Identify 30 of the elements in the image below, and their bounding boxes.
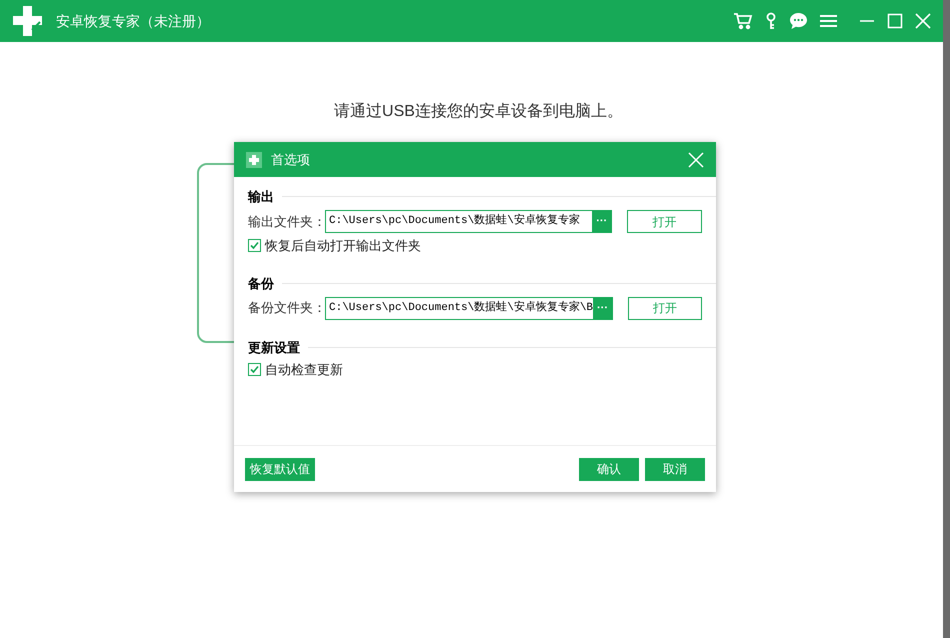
- close-icon[interactable]: [688, 152, 704, 168]
- logo-icon: [246, 152, 262, 168]
- section-heading: 备份: [248, 274, 274, 292]
- cancel-button[interactable]: 取消: [645, 458, 705, 480]
- restore-defaults-button[interactable]: 恢复默认值: [245, 458, 315, 480]
- section-heading: 输出: [248, 188, 274, 206]
- field-label: 输出文件夹：: [248, 212, 325, 231]
- field-label: 备份文件夹：: [248, 299, 325, 318]
- chat-icon[interactable]: [789, 12, 808, 30]
- cart-icon[interactable]: [733, 12, 753, 30]
- section-heading: 更新设置: [248, 339, 300, 357]
- browse-button[interactable]: ···: [592, 211, 612, 232]
- window-title: 安卓恢复专家（未注册）: [56, 12, 210, 30]
- checkbox-label: 恢复后自动打开输出文件夹: [265, 236, 421, 255]
- checkbox[interactable]: [248, 239, 261, 252]
- checkbox-label: 自动检查更新: [265, 360, 343, 379]
- open-button[interactable]: 打开: [627, 210, 702, 233]
- folder-path-field[interactable]: C:\Users\pc\Documents\数据蛙\安卓恢复专家 ···: [325, 210, 612, 233]
- folder-path-field[interactable]: C:\Users\pc\Documents\数据蛙\安卓恢复专家\B ···: [325, 296, 613, 320]
- open-button[interactable]: 打开: [628, 296, 702, 320]
- logo-icon: [12, 6, 44, 36]
- maximize-icon[interactable]: [887, 13, 903, 29]
- close-icon[interactable]: [915, 13, 931, 29]
- browse-button[interactable]: ···: [593, 298, 612, 318]
- connect-prompt: 请通过USB连接您的安卓设备到电脑上。: [334, 102, 623, 122]
- key-icon[interactable]: [765, 12, 777, 30]
- confirm-button[interactable]: 确认: [579, 458, 639, 480]
- checkbox[interactable]: [248, 363, 261, 376]
- menu-icon[interactable]: [820, 14, 837, 28]
- dialog-title: 首选项: [271, 150, 310, 169]
